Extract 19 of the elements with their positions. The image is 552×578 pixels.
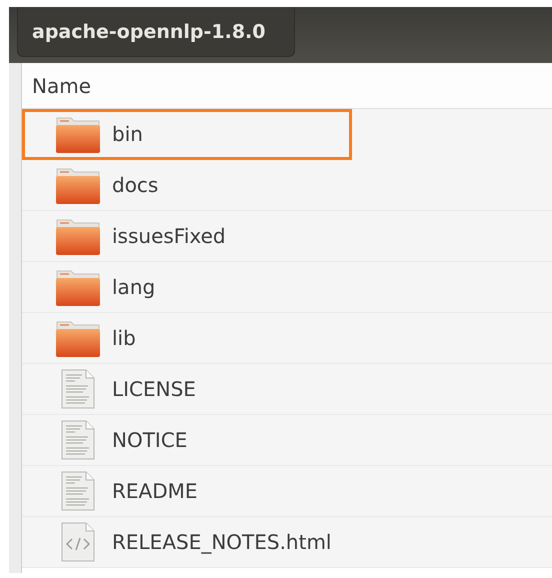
file-name: docs — [112, 173, 158, 197]
file-row[interactable]: docs — [22, 160, 552, 211]
file-row[interactable]: lang — [22, 262, 552, 313]
file-name: lang — [112, 275, 156, 299]
file-row[interactable]: issuesFixed — [22, 211, 552, 262]
file-row[interactable]: lib — [22, 313, 552, 364]
file-row[interactable]: bin — [22, 109, 352, 160]
file-row[interactable]: NOTICE — [22, 415, 552, 466]
file-name: issuesFixed — [112, 224, 226, 248]
file-name: lib — [112, 326, 136, 350]
file-name: NOTICE — [112, 428, 188, 452]
file-name: RELEASE_NOTES.html — [112, 530, 332, 554]
folder-tab[interactable]: apache-opennlp-1.8.0 — [17, 7, 295, 57]
name-column-header[interactable]: Name — [22, 63, 552, 109]
file-name: bin — [112, 122, 143, 146]
file-row[interactable]: LICENSE — [22, 364, 552, 415]
file-row[interactable]: README — [22, 466, 552, 517]
file-name: README — [112, 479, 198, 503]
file-name: LICENSE — [112, 377, 196, 401]
